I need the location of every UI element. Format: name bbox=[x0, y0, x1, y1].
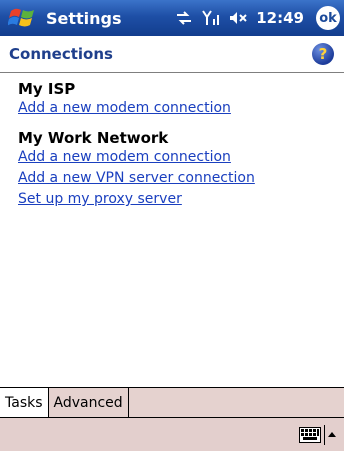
menu-separator bbox=[324, 424, 325, 445]
clock[interactable]: 12:49 bbox=[256, 9, 304, 27]
isp-add-modem-link[interactable]: Add a new modem connection bbox=[18, 98, 338, 119]
signal-icon[interactable] bbox=[202, 10, 220, 26]
group-title: My ISP bbox=[18, 80, 76, 98]
group-my-isp: My ISP Add a new modem connection bbox=[18, 80, 338, 119]
tab-advanced[interactable]: Advanced bbox=[48, 388, 129, 417]
work-proxy-link[interactable]: Set up my proxy server bbox=[18, 189, 338, 210]
connectivity-icon[interactable] bbox=[175, 11, 193, 25]
work-add-modem-link[interactable]: Add a new modem connection bbox=[18, 147, 338, 168]
tab-bar: Tasks Advanced bbox=[0, 387, 344, 417]
connections-list: My ISP Add a new modem connection My Wor… bbox=[18, 80, 338, 220]
tab-tasks[interactable]: Tasks bbox=[0, 388, 49, 417]
volume-muted-icon[interactable] bbox=[229, 11, 247, 25]
tab-filler bbox=[128, 388, 344, 417]
title-bar: Settings 12:49 ok bbox=[0, 0, 344, 36]
start-button[interactable] bbox=[0, 0, 44, 36]
work-add-vpn-link[interactable]: Add a new VPN server connection bbox=[18, 168, 338, 189]
status-area[interactable]: 12:49 ok bbox=[175, 6, 344, 30]
keyboard-icon[interactable] bbox=[299, 426, 321, 443]
page-header: Connections ? bbox=[0, 36, 344, 73]
app-title: Settings bbox=[46, 8, 122, 28]
group-my-work-network: My Work Network Add a new modem connecti… bbox=[18, 129, 338, 210]
page-title: Connections bbox=[9, 45, 113, 63]
menu-bar bbox=[0, 417, 344, 451]
group-title: My Work Network bbox=[18, 129, 169, 147]
ok-button[interactable]: ok bbox=[316, 6, 340, 30]
help-icon[interactable]: ? bbox=[312, 43, 334, 65]
input-panel-arrow-icon[interactable] bbox=[328, 432, 336, 437]
windows-flag-icon bbox=[8, 8, 34, 27]
